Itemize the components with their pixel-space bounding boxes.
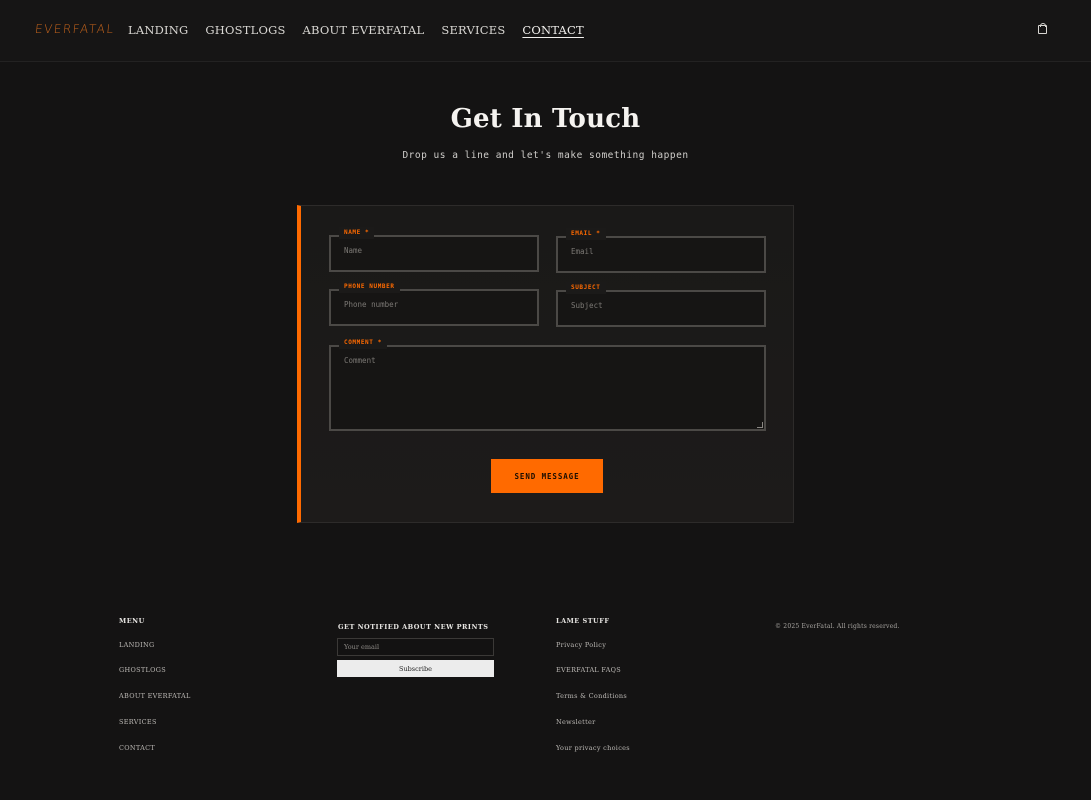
email-placeholder: Email (571, 247, 594, 256)
email-field[interactable]: EMAIL * Email (556, 228, 766, 273)
nav-landing[interactable]: LANDING (128, 23, 188, 37)
name-placeholder: Name (344, 246, 363, 255)
footer-link-newsletter[interactable]: Newsletter (556, 718, 596, 726)
footer-link-faqs[interactable]: EVERFATAL FAQS (556, 666, 621, 674)
resize-handle-icon[interactable] (757, 422, 763, 428)
comment-label: COMMENT * (339, 337, 387, 349)
newsletter-email-input[interactable]: Your email (337, 638, 494, 656)
footer-menu-heading: MENU (119, 617, 145, 625)
shopping-bag-icon[interactable] (1038, 23, 1047, 34)
newsletter-email-placeholder: Your email (344, 643, 380, 651)
newsletter-heading: GET NOTIFIED ABOUT NEW PRINTS (338, 623, 489, 631)
nav-about[interactable]: ABOUT EVERFATAL (303, 23, 425, 37)
footer-link-contact[interactable]: CONTACT (119, 744, 155, 752)
subject-field[interactable]: SUBJECT Subject (556, 282, 766, 327)
phone-field[interactable]: PHONE NUMBER Phone number (329, 281, 539, 326)
send-message-button[interactable]: SEND MESSAGE (491, 459, 603, 493)
footer-link-terms[interactable]: Terms & Conditions (556, 692, 627, 700)
nav-services[interactable]: SERVICES (441, 23, 505, 37)
nav-contact[interactable]: CONTACT (522, 23, 584, 37)
email-label: EMAIL * (566, 228, 606, 240)
comment-textarea[interactable] (329, 345, 766, 431)
page-subtitle: Drop us a line and let's make something … (402, 150, 689, 161)
comment-placeholder: Comment (344, 356, 376, 365)
copyright-text: © 2025 EverFatal. All rights reserved. (775, 623, 900, 630)
site-header: EVERFATAL LANDING GHOSTLOGS ABOUT EVERFA… (0, 0, 1091, 62)
footer-link-privacy-policy[interactable]: Privacy Policy (556, 641, 606, 649)
footer-link-privacy-choices[interactable]: Your privacy choices (556, 744, 630, 752)
page-title: Get In Touch (450, 104, 641, 134)
footer-lame-heading: LAME STUFF (556, 617, 610, 625)
footer-link-about[interactable]: ABOUT EVERFATAL (119, 692, 191, 700)
nav-ghostlogs[interactable]: GHOSTLOGS (205, 23, 285, 37)
site-logo[interactable]: EVERFATAL (34, 22, 115, 36)
footer-link-landing[interactable]: LANDING (119, 641, 154, 649)
footer-link-services[interactable]: SERVICES (119, 718, 157, 726)
name-field[interactable]: NAME * Name (329, 227, 539, 272)
footer-link-ghostlogs[interactable]: GHOSTLOGS (119, 666, 166, 674)
phone-label: PHONE NUMBER (339, 281, 400, 293)
subject-placeholder: Subject (571, 301, 603, 310)
comment-field[interactable]: COMMENT * Comment (329, 337, 766, 431)
name-label: NAME * (339, 227, 375, 239)
phone-placeholder: Phone number (344, 300, 399, 309)
subscribe-button[interactable]: Subscribe (337, 660, 494, 677)
main-nav: LANDING GHOSTLOGS ABOUT EVERFATAL SERVIC… (128, 23, 601, 37)
subject-label: SUBJECT (566, 282, 606, 294)
